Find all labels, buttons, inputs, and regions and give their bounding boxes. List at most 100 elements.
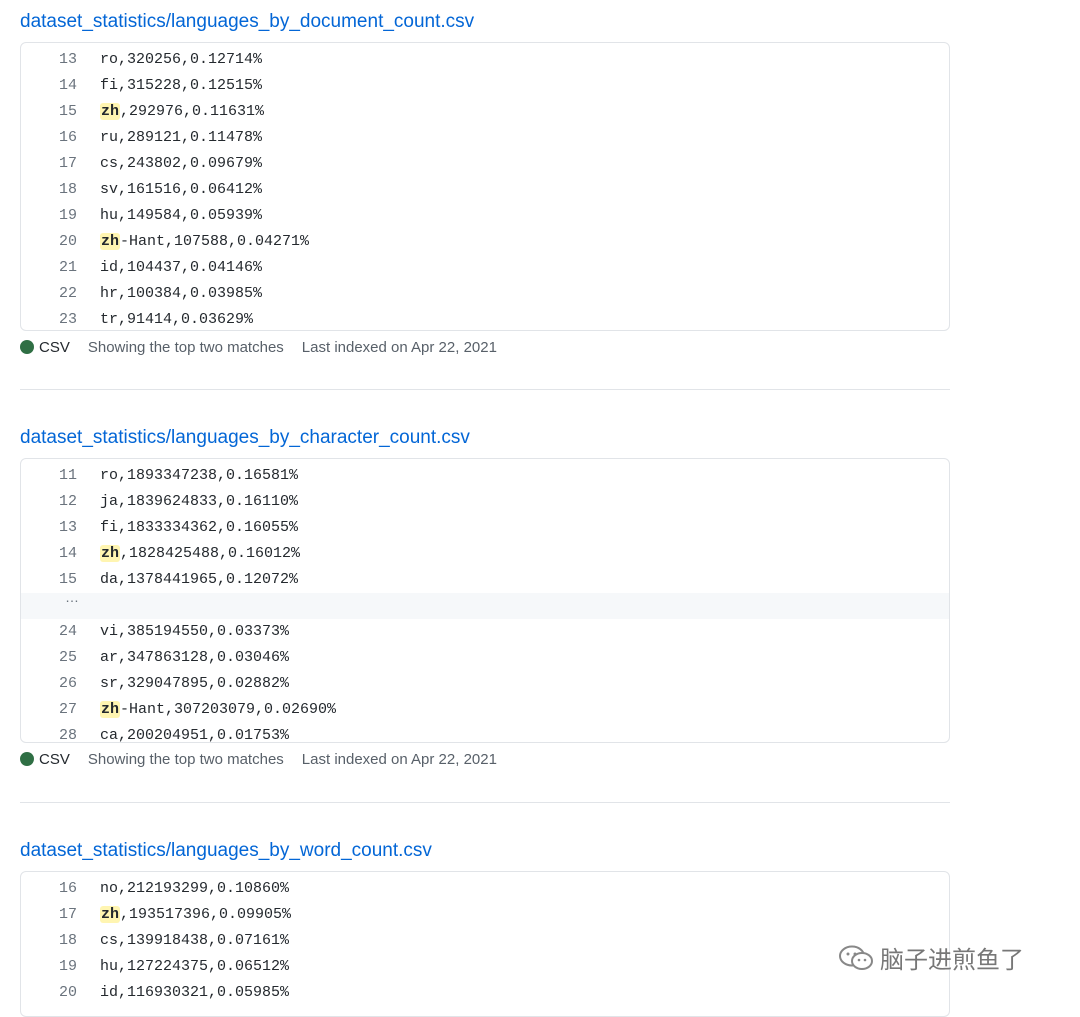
line-text: da,1378441965,0.12072% xyxy=(100,571,298,588)
line-text: no,212193299,0.10860% xyxy=(100,880,289,897)
code-line: 14 fi,315228,0.12515% xyxy=(21,73,949,99)
line-content: cs,243802,0.09679% xyxy=(100,151,262,177)
search-result-2: dataset_statistics/languages_by_characte… xyxy=(20,425,950,775)
code-line: 25 ar,347863128,0.03046% xyxy=(21,645,949,671)
line-number[interactable]: 19 xyxy=(21,954,77,980)
code-line: 17 cs,243802,0.09679% xyxy=(21,151,949,177)
line-text: hu,149584,0.05939% xyxy=(100,207,262,224)
search-result-3: dataset_statistics/languages_by_word_cou… xyxy=(20,838,950,1017)
line-number[interactable]: 12 xyxy=(21,489,77,515)
code-line: 13 ro,320256,0.12714% xyxy=(21,47,949,73)
line-number[interactable]: 28 xyxy=(21,723,77,749)
code-line: 18 sv,161516,0.06412% xyxy=(21,177,949,203)
watermark-text: 脑子进煎鱼了 xyxy=(880,946,1024,974)
line-number[interactable]: 14 xyxy=(21,541,77,567)
match-highlight: zh xyxy=(100,701,120,718)
line-text: cs,139918438,0.07161% xyxy=(100,932,289,949)
line-number[interactable]: 20 xyxy=(21,229,77,255)
code-snippet-word-count: 16 no,212193299,0.10860% 17 zh,193517396,0.… xyxy=(20,871,950,1017)
match-highlight: zh xyxy=(100,103,120,120)
line-content: zh-Hant,307203079,0.02690% xyxy=(100,697,336,723)
line-number[interactable]: 16 xyxy=(21,125,77,151)
language-label: CSV xyxy=(39,339,70,356)
line-number[interactable]: 26 xyxy=(21,671,77,697)
line-content: fi,315228,0.12515% xyxy=(100,73,262,99)
code-line: 20id,116930321,0.05985% xyxy=(21,980,949,1006)
line-number[interactable]: 13 xyxy=(21,515,77,541)
line-content: hu,149584,0.05939% xyxy=(100,203,262,229)
line-text: id,104437,0.04146% xyxy=(100,259,262,276)
wechat-icon xyxy=(838,944,874,972)
expand-lines-divider[interactable]: … xyxy=(21,593,949,619)
search-result-1: dataset_statistics/languages_by_document… xyxy=(20,9,950,363)
code-line: 19 hu,149584,0.05939% xyxy=(21,203,949,229)
line-number[interactable]: 13 xyxy=(21,47,77,73)
code-line: 26 sr,329047895,0.02882% xyxy=(21,671,949,697)
code-snippet-document-count: 13 ro,320256,0.12714% 14 fi,315228,0.12515%… xyxy=(20,42,950,331)
line-content: ro,1893347238,0.16581% xyxy=(100,463,298,489)
code-line: 15 zh,292976,0.11631% xyxy=(21,99,949,125)
language-label: CSV xyxy=(39,751,70,768)
line-number[interactable]: 27 xyxy=(21,697,77,723)
line-content: ru,289121,0.11478% xyxy=(100,125,262,151)
line-content: zh,1828425488,0.16012% xyxy=(100,541,300,567)
line-number[interactable]: 16 xyxy=(21,876,77,902)
line-number[interactable]: 22 xyxy=(21,281,77,307)
divider xyxy=(20,389,950,390)
line-number[interactable]: 19 xyxy=(21,203,77,229)
code-line: 20zh-Hant,107588,0.04271% xyxy=(21,229,949,255)
code-line: 16 ru,289121,0.11478% xyxy=(21,125,949,151)
line-number[interactable]: 24 xyxy=(21,619,77,645)
match-highlight: zh xyxy=(100,545,120,562)
line-number[interactable]: 25 xyxy=(21,645,77,671)
line-content: ar,347863128,0.03046% xyxy=(100,645,289,671)
line-number[interactable]: 14 xyxy=(21,73,77,99)
line-number[interactable]: 20 xyxy=(21,980,77,1006)
code-line: 18 cs,139918438,0.07161% xyxy=(21,928,949,954)
line-content: sv,161516,0.06412% xyxy=(100,177,262,203)
line-number[interactable]: 15 xyxy=(21,99,77,125)
file-link-document-count[interactable]: dataset_statistics/languages_by_document… xyxy=(20,9,950,35)
code-line: 23 tr,91414,0.03629% xyxy=(21,307,949,333)
line-text: cs,243802,0.09679% xyxy=(100,155,262,172)
line-number[interactable]: 18 xyxy=(21,928,77,954)
line-content: cs,139918438,0.07161% xyxy=(100,928,289,954)
line-number[interactable]: 21 xyxy=(21,255,77,281)
line-number[interactable]: 18 xyxy=(21,177,77,203)
line-content: id,104437,0.04146% xyxy=(100,255,262,281)
code-line: 12 ja,1839624833,0.16110% xyxy=(21,489,949,515)
file-link-word-count[interactable]: dataset_statistics/languages_by_word_cou… xyxy=(20,838,950,864)
line-text: ca,200204951,0.01753% xyxy=(100,727,289,744)
code-line: 13 fi,1833334362,0.16055% xyxy=(21,515,949,541)
line-content: ca,200204951,0.01753% xyxy=(100,723,289,749)
last-indexed-label: Last indexed on Apr 22, 2021 xyxy=(302,751,497,768)
line-number[interactable]: 17 xyxy=(21,151,77,177)
csv-language-dot-icon xyxy=(20,752,34,766)
line-number[interactable]: 23 xyxy=(21,307,77,333)
last-indexed-label: Last indexed on Apr 22, 2021 xyxy=(302,339,497,356)
line-text: ,292976,0.11631% xyxy=(120,103,264,120)
line-content: zh,292976,0.11631% xyxy=(100,99,264,125)
match-highlight: zh xyxy=(100,233,120,250)
line-text: ja,1839624833,0.16110% xyxy=(100,493,298,510)
code-line: 14 zh,1828425488,0.16012% xyxy=(21,541,949,567)
line-content: hu,127224375,0.06512% xyxy=(100,954,289,980)
line-text: fi,315228,0.12515% xyxy=(100,77,262,94)
line-number[interactable]: 17 xyxy=(21,902,77,928)
result-meta: CSVShowing the top two matchesLast index… xyxy=(20,751,950,775)
line-text: hr,100384,0.03985% xyxy=(100,285,262,302)
line-text: tr,91414,0.03629% xyxy=(100,311,253,328)
line-number[interactable]: 11 xyxy=(21,463,77,489)
code-line: 21 id,104437,0.04146% xyxy=(21,255,949,281)
line-text: ro,320256,0.12714% xyxy=(100,51,262,68)
line-content: sr,329047895,0.02882% xyxy=(100,671,289,697)
line-text: ro,1893347238,0.16581% xyxy=(100,467,298,484)
line-content: fi,1833334362,0.16055% xyxy=(100,515,298,541)
line-text: ru,289121,0.11478% xyxy=(100,129,262,146)
line-content: zh,193517396,0.09905% xyxy=(100,902,291,928)
line-text: ,193517396,0.09905% xyxy=(120,906,291,923)
line-content: no,212193299,0.10860% xyxy=(100,876,289,902)
file-link-character-count[interactable]: dataset_statistics/languages_by_characte… xyxy=(20,425,950,451)
result-meta: CSVShowing the top two matchesLast index… xyxy=(20,339,950,363)
watermark: 脑子进煎鱼了 xyxy=(838,940,1024,975)
